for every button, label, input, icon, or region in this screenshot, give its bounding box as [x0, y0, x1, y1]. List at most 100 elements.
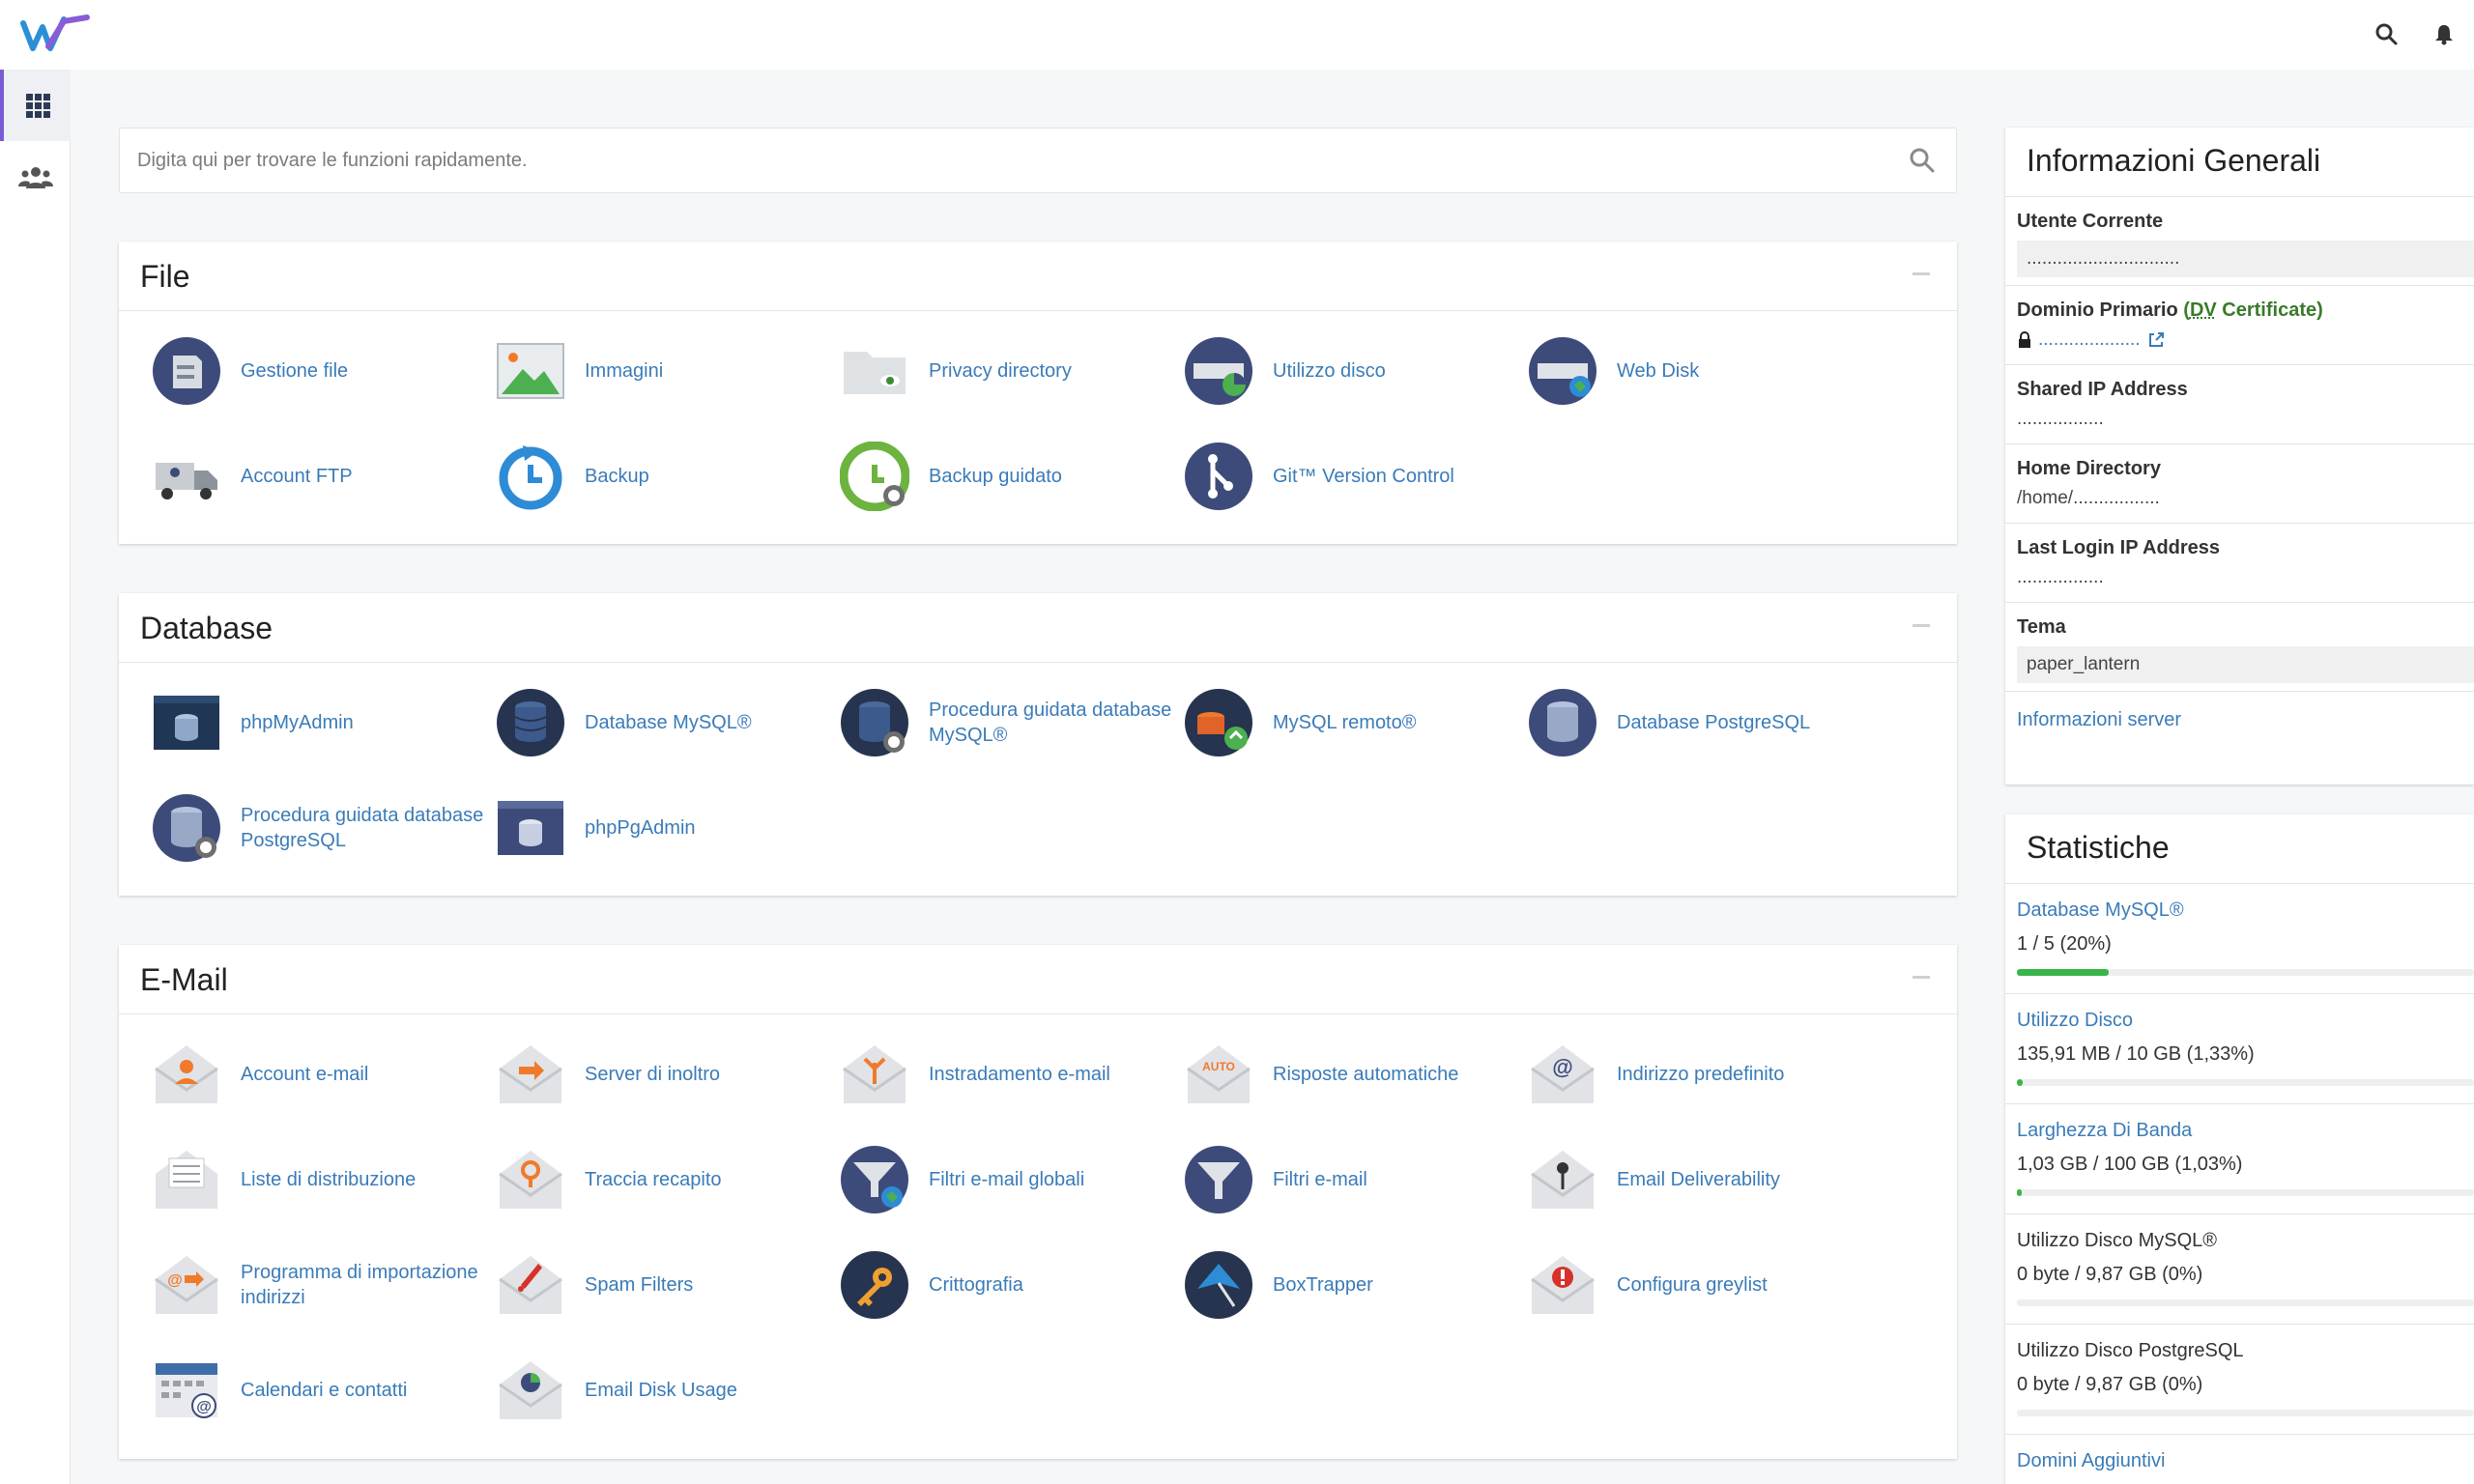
git-icon	[1185, 442, 1252, 510]
collapse-button[interactable]	[1913, 624, 1930, 627]
item-backup-wizard[interactable]: Backup guidato	[840, 438, 1178, 515]
stat-label[interactable]: Database MySQL®	[2017, 884, 2474, 922]
item-disk-usage[interactable]: Utilizzo disco	[1184, 332, 1522, 410]
phppgadmin-icon	[498, 801, 563, 855]
item-label: Account e-mail	[241, 1064, 369, 1085]
item-directory-privacy[interactable]: Privacy directory	[840, 332, 1178, 410]
item-track-delivery[interactable]: Traccia recapito	[496, 1141, 834, 1218]
server-info-link[interactable]: Informazioni server	[2017, 709, 2181, 730]
sidebar-item-tools[interactable]	[0, 70, 71, 141]
panel-header: Informazioni Generali	[2005, 128, 2474, 197]
spam-filters-icon	[499, 1256, 562, 1314]
primary-domain-label: Dominio Primario	[2017, 300, 2178, 321]
item-postgresql-wizard[interactable]: Procedura guidata database PostgreSQL	[152, 789, 490, 867]
stat-label[interactable]: Larghezza Di Banda	[2017, 1104, 2474, 1142]
item-file-manager[interactable]: Gestione file	[152, 332, 490, 410]
whm-logo-icon[interactable]	[19, 14, 91, 58]
search-icon[interactable]	[2373, 21, 2399, 46]
info-label: Home Directory	[2017, 458, 2161, 479]
item-phppgadmin[interactable]: phpPgAdmin	[496, 789, 834, 867]
item-default-address[interactable]: @ Indirizzo predefinito	[1528, 1036, 1866, 1113]
server-info-row: Informazioni server	[2005, 692, 2474, 731]
item-mysql-wizard[interactable]: Procedura guidata database MySQL®	[840, 684, 1178, 761]
item-email-deliverability[interactable]: Email Deliverability	[1528, 1141, 1866, 1218]
item-phpmyadmin[interactable]: phpMyAdmin	[152, 684, 490, 761]
cert-dv: DV	[2189, 300, 2217, 321]
stat-label[interactable]: Utilizzo Disco	[2017, 994, 2474, 1032]
item-address-importer[interactable]: @ Programma di importazione indirizzi	[152, 1246, 490, 1324]
item-label: BoxTrapper	[1273, 1274, 1373, 1296]
item-label: Procedura guidata database PostgreSQL	[241, 805, 484, 851]
encryption-icon	[841, 1251, 908, 1319]
info-label: Utente Corrente	[2017, 211, 2164, 232]
email-routing-icon	[843, 1045, 906, 1103]
backup-wizard-icon	[840, 442, 909, 511]
item-email-routing[interactable]: Instradamento e-mail	[840, 1036, 1178, 1113]
info-label: Tema	[2017, 616, 2066, 638]
primary-domain-row: Dominio Primario (DV Certificate) ......…	[2005, 286, 2474, 365]
item-email-accounts[interactable]: Account e-mail	[152, 1036, 490, 1113]
search-icon[interactable]	[1908, 146, 1937, 175]
directory-privacy-icon	[844, 352, 906, 394]
remote-mysql-icon	[1185, 689, 1252, 756]
item-encryption[interactable]: Crittografia	[840, 1246, 1178, 1324]
external-link-icon[interactable]	[2146, 330, 2166, 350]
item-label: Crittografia	[929, 1274, 1023, 1296]
item-greylisting[interactable]: Configura greylist	[1528, 1246, 1866, 1324]
theme-row: Tema paper_lantern	[2005, 603, 2474, 692]
item-ftp-accounts[interactable]: Account FTP	[152, 438, 490, 515]
item-label: Filtri e-mail globali	[929, 1169, 1085, 1190]
item-postgresql-databases[interactable]: Database PostgreSQL	[1528, 684, 1866, 761]
item-git[interactable]: Git™ Version Control	[1184, 438, 1522, 515]
progress-bar	[2017, 1299, 2474, 1306]
statistics-panel: Statistiche Database MySQL® 1 / 5 (20%) …	[2005, 814, 2474, 1484]
item-backup[interactable]: Backup	[496, 438, 834, 515]
item-mailing-lists[interactable]: Liste di distribuzione	[152, 1141, 490, 1218]
item-calendars[interactable]: @ Calendari e contatti	[152, 1352, 490, 1429]
item-autoresponders[interactable]: AUTO Risposte automatiche	[1184, 1036, 1522, 1113]
stat-postgresql-disk-usage: Utilizzo Disco PostgreSQL 0 byte / 9,87 …	[2005, 1325, 2474, 1435]
progress-fill	[2017, 969, 2109, 976]
item-remote-mysql[interactable]: MySQL remoto®	[1184, 684, 1522, 761]
collapse-button[interactable]	[1913, 976, 1930, 979]
stat-value: 0 byte / 9,87 GB (0%)	[2017, 1264, 2203, 1285]
item-label: Backup	[585, 466, 649, 487]
item-boxtrapper[interactable]: BoxTrapper	[1184, 1246, 1522, 1324]
ftp-accounts-icon	[156, 463, 217, 499]
item-email-filters[interactable]: Filtri e-mail	[1184, 1141, 1522, 1218]
item-mysql-databases[interactable]: Database MySQL®	[496, 684, 834, 761]
stat-label[interactable]: Domini Aggiuntivi	[2017, 1435, 2474, 1472]
backup-icon	[499, 445, 562, 510]
search-input[interactable]	[120, 128, 1898, 192]
item-label: Web Disk	[1617, 360, 1700, 382]
sidebar-item-users[interactable]	[0, 141, 71, 213]
bell-icon[interactable]	[2431, 21, 2457, 46]
progress-bar	[2017, 1410, 2474, 1416]
home-directory-row: Home Directory /home/.................	[2005, 444, 2474, 524]
collapse-button[interactable]	[1913, 272, 1930, 275]
progress-bar	[2017, 969, 2474, 976]
panel-header: File	[119, 242, 1957, 311]
panel-header: Statistiche	[2005, 814, 2474, 884]
panel-header: E-Mail	[119, 945, 1957, 1014]
item-label: Privacy directory	[929, 360, 1072, 382]
item-images[interactable]: Immagini	[496, 332, 834, 410]
default-address-icon: @	[1531, 1045, 1595, 1103]
item-label: Risposte automatiche	[1273, 1064, 1459, 1085]
theme-value: paper_lantern	[2017, 646, 2474, 683]
item-label: Database PostgreSQL	[1617, 712, 1811, 733]
svg-text:AUTO: AUTO	[1202, 1060, 1235, 1073]
svg-text:@: @	[167, 1272, 183, 1289]
primary-domain-link[interactable]: ....................	[2038, 329, 2141, 351]
item-email-disk-usage[interactable]: Email Disk Usage	[496, 1352, 834, 1429]
item-global-filters[interactable]: Filtri e-mail globali	[840, 1141, 1178, 1218]
certificate-badge[interactable]: (DV Certificate)	[2183, 300, 2323, 321]
progress-bar	[2017, 1189, 2474, 1196]
item-label: Traccia recapito	[585, 1169, 722, 1190]
postgresql-wizard-icon	[153, 794, 220, 862]
item-forwarders[interactable]: Server di inoltro	[496, 1036, 834, 1113]
postgresql-databases-icon	[1529, 689, 1597, 756]
item-web-disk[interactable]: Web Disk	[1528, 332, 1866, 410]
forwarders-icon	[499, 1045, 562, 1103]
item-spam-filters[interactable]: Spam Filters	[496, 1246, 834, 1324]
